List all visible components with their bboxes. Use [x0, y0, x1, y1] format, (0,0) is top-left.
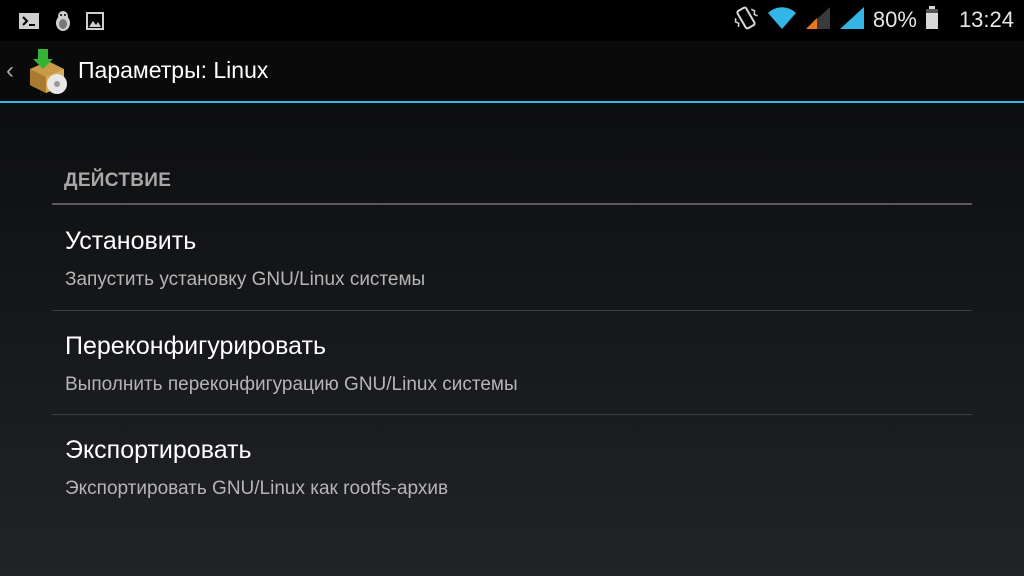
preference-summary: Запустить установку GNU/Linux системы — [65, 269, 426, 290]
signal-sim2-icon — [839, 6, 865, 35]
system-icons: 80% 13:24 — [733, 5, 1014, 35]
preference-title: Установить — [65, 227, 197, 255]
preference-summary: Выполнить переконфигурацию GNU/Linux сис… — [65, 374, 518, 395]
app-icon[interactable] — [24, 47, 70, 100]
preference-title: Переконфигурировать — [65, 332, 326, 360]
image-icon — [86, 12, 104, 35]
page-title: Параметры: Linux — [78, 57, 269, 83]
install-preference[interactable]: Установить Запустить установку GNU/Linux… — [52, 205, 972, 309]
notification-icons — [18, 10, 104, 37]
export-preference[interactable]: Экспортировать Экспортировать GNU/Linux … — [52, 414, 972, 518]
battery-icon — [925, 5, 939, 35]
vibrate-icon — [733, 5, 759, 36]
clock: 13:24 — [958, 7, 1014, 32]
battery-percent: 80% — [872, 7, 917, 32]
section-header: ДЕЙСТВИЕ — [64, 170, 172, 191]
action-bar: ‹ Параметры: Linux — [0, 41, 1024, 103]
signal-sim1-icon — [805, 6, 831, 35]
terminal-icon — [18, 12, 40, 35]
preference-title: Экспортировать — [65, 436, 252, 464]
up-navigation-icon[interactable]: ‹ — [6, 57, 14, 85]
wifi-icon — [767, 6, 797, 35]
linux-penguin-icon — [54, 10, 72, 37]
reconfigure-preference[interactable]: Переконфигурировать Выполнить переконфиг… — [52, 310, 972, 414]
preferences-screen: ДЕЙСТВИЕ Установить Запустить установку … — [0, 103, 1024, 576]
preference-summary: Экспортировать GNU/Linux как rootfs-архи… — [65, 478, 449, 499]
status-bar: 80% 13:24 — [0, 0, 1024, 41]
